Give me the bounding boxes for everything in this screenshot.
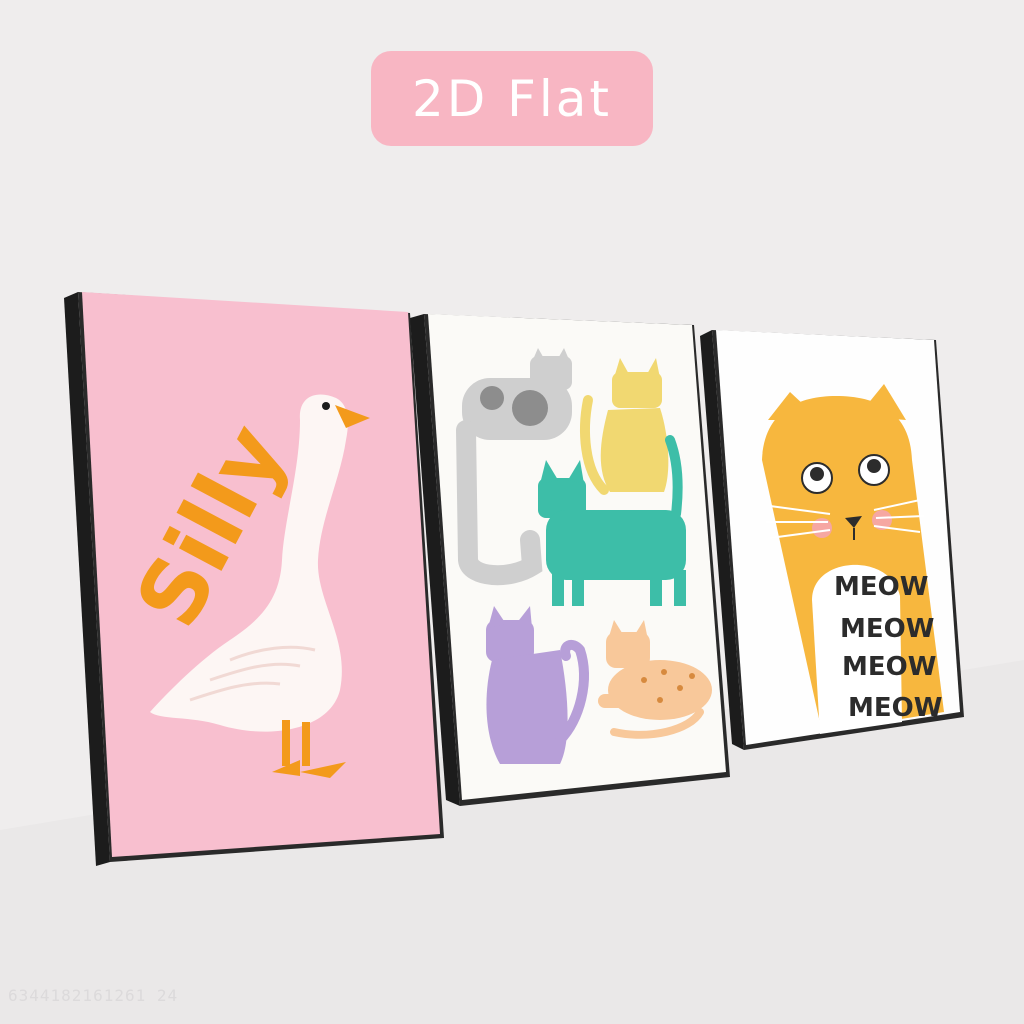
poster-cats-group: [410, 314, 730, 806]
poster-meow-cat: MEOW MEOW MEOW MEOW: [700, 330, 964, 750]
meow-line-1: MEOW: [834, 572, 928, 602]
meow-line-4: MEOW: [848, 693, 942, 723]
meow-line-2: MEOW: [840, 614, 934, 644]
poster-scene: Silly MEOW MEOW MEOW MEOW: [64, 292, 964, 866]
meow-line-3: MEOW: [842, 652, 936, 682]
poster-silly-goose: Silly: [64, 292, 444, 866]
watermark-code: 6344182161261 24: [8, 986, 179, 1005]
